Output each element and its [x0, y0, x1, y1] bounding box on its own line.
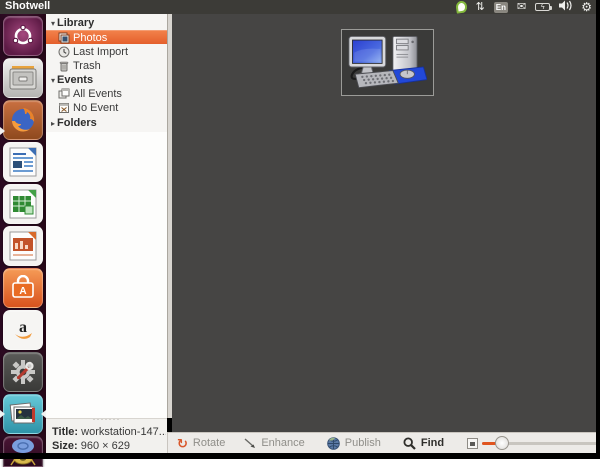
battery-icon[interactable]: ϟ — [535, 3, 550, 11]
running-indicator-shotwell — [0, 410, 5, 418]
leaf-indicator-icon[interactable] — [455, 0, 468, 13]
photo-size-row: Size: 960 × 629 — [52, 440, 166, 452]
svg-text:A: A — [19, 286, 26, 297]
sidebar-item-photos[interactable]: Photos — [46, 30, 167, 44]
thumbnail-zoom-slider — [467, 438, 600, 449]
zoom-out-photo-icon[interactable] — [467, 438, 478, 449]
desktop: Shotwell ⇅ En ✉ ϟ ⚙ — [0, 0, 600, 459]
launcher-item-libreoffice-writer[interactable] — [3, 142, 43, 182]
enhance-button[interactable]: Enhance — [234, 433, 313, 454]
sidebar-item-all-events[interactable]: All Events — [46, 87, 167, 101]
screenshot-bottom-border — [0, 453, 600, 459]
bottom-toolbar: ↻ Rotate Enhance Publish Find — [167, 432, 596, 453]
find-button[interactable]: Find — [394, 433, 453, 454]
publish-globe-icon — [327, 437, 340, 450]
launcher-item-system-settings[interactable] — [3, 352, 43, 392]
expander-icon[interactable]: ▾ — [49, 76, 57, 85]
sidebar-item-last-import[interactable]: Last Import — [46, 45, 167, 59]
amazon-icon: a — [10, 317, 36, 343]
sidebar-section-events[interactable]: ▾ Events — [46, 73, 167, 87]
trash-basket-icon — [7, 437, 39, 467]
calc-spreadsheet-icon — [8, 189, 38, 219]
sidebar-section-folders[interactable]: ▸ Folders — [46, 116, 167, 130]
ubuntu-logo-icon — [11, 24, 35, 48]
volume-icon[interactable] — [559, 0, 572, 14]
shotwell-sidebar: ▾ Library Photos Last Import — [46, 14, 167, 418]
window-title: Shotwell — [5, 0, 50, 12]
running-indicator-firefox — [0, 127, 5, 135]
photos-icon — [58, 32, 70, 44]
sidebar-item-no-event[interactable]: No Event — [46, 101, 167, 115]
pane-resize-handle[interactable]: ······· — [46, 415, 167, 423]
impress-presentation-icon — [8, 231, 38, 261]
sidebar-item-trash[interactable]: Trash — [46, 59, 167, 73]
launcher-item-amazon[interactable]: a — [3, 310, 43, 350]
computer-workstation-image — [348, 34, 427, 91]
writer-document-icon — [8, 147, 38, 177]
sidebar-section-library[interactable]: ▾ Library — [46, 16, 167, 30]
basic-info-panel: ······· Title: workstation-147... Size: … — [46, 418, 167, 453]
launcher-item-shotwell[interactable] — [3, 394, 43, 434]
session-gear-icon[interactable]: ⚙ — [581, 1, 592, 13]
firefox-icon — [8, 105, 38, 135]
photo-thumbnail-computer-workstation[interactable] — [341, 29, 434, 96]
photo-title-row: Title: workstation-147... — [52, 426, 166, 438]
keyboard-layout-indicator[interactable]: En — [494, 2, 508, 13]
launcher-item-software-center[interactable]: A — [3, 268, 43, 308]
publish-button[interactable]: Publish — [318, 433, 390, 454]
rotate-button[interactable]: ↻ Rotate — [168, 433, 234, 454]
shotwell-photos-icon — [8, 400, 38, 428]
all-events-icon — [58, 88, 70, 100]
launcher-item-libreoffice-impress[interactable] — [3, 226, 43, 266]
top-menu-bar: Shotwell ⇅ En ✉ ϟ ⚙ — [0, 0, 596, 14]
expander-icon[interactable]: ▸ — [49, 119, 57, 128]
clock-icon — [58, 46, 70, 58]
launcher-item-files[interactable] — [3, 58, 43, 98]
screenshot-right-border — [596, 0, 600, 459]
no-event-icon — [58, 102, 70, 114]
mail-icon[interactable]: ✉ — [517, 1, 526, 13]
launcher-item-libreoffice-calc[interactable] — [3, 184, 43, 224]
rotate-icon: ↻ — [177, 437, 188, 450]
enhance-wand-icon — [243, 437, 256, 449]
photo-title-value: workstation-147... — [81, 426, 166, 438]
file-cabinet-icon — [9, 65, 37, 91]
svg-text:a: a — [19, 319, 27, 336]
unity-launcher: A a — [0, 14, 46, 453]
trash-icon — [58, 60, 70, 72]
expander-icon[interactable]: ▾ — [49, 19, 57, 28]
system-tray: ⇅ En ✉ ϟ ⚙ — [456, 0, 592, 14]
launcher-item-dash[interactable] — [3, 16, 43, 56]
software-center-bag-icon: A — [10, 275, 36, 301]
photo-grid-area[interactable] — [172, 14, 596, 432]
settings-gear-wrench-icon — [8, 357, 38, 387]
launcher-item-trash[interactable] — [3, 436, 43, 467]
zoom-slider-track[interactable] — [482, 442, 600, 445]
zoom-slider-handle[interactable] — [495, 436, 509, 450]
photo-size-value: 960 × 629 — [81, 440, 130, 452]
find-magnifier-icon — [403, 437, 416, 450]
launcher-item-firefox[interactable] — [3, 100, 43, 140]
sync-arrows-icon[interactable]: ⇅ — [476, 1, 485, 13]
